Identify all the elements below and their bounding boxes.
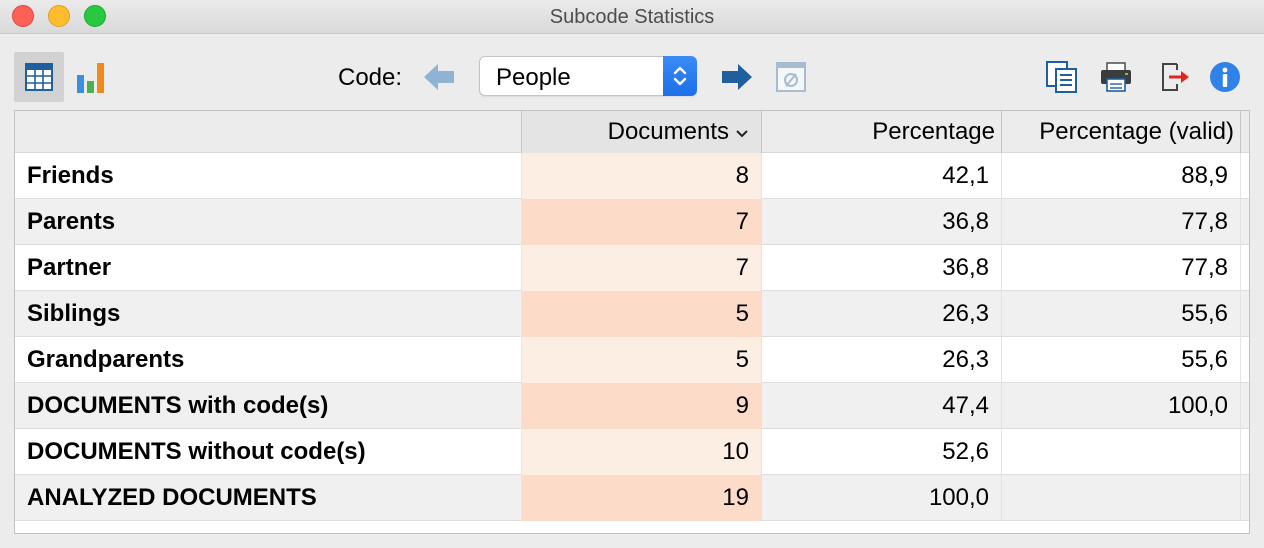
arrow-right-icon [722, 64, 752, 90]
row-percentage-valid: 55,6 [1001, 291, 1241, 337]
export-button[interactable] [1156, 58, 1192, 96]
row-documents: 5 [521, 291, 761, 337]
row-documents: 7 [521, 199, 761, 245]
row-name: Siblings [27, 300, 121, 327]
subcode-statistics-window: Subcode Statistics Code: People Document… [0, 0, 1264, 548]
row-percentage-valid [1001, 475, 1241, 521]
row-percentage: 100,0 [761, 475, 1001, 521]
table-row[interactable]: Parents 7 36,8 77,8 [15, 199, 1249, 245]
code-select[interactable]: People [479, 56, 697, 96]
row-documents: 5 [521, 337, 761, 383]
row-name: Friends [27, 162, 114, 189]
info-button[interactable] [1206, 58, 1244, 96]
table-header: Documents Percentage Percentage (valid) [15, 111, 1249, 153]
row-documents: 7 [521, 245, 761, 291]
row-name: DOCUMENTS with code(s) [27, 392, 329, 419]
clear-selection-icon [776, 62, 806, 92]
row-percentage-valid: 55,6 [1001, 337, 1241, 383]
statistics-table: Documents Percentage Percentage (valid) … [14, 110, 1250, 534]
previous-code-button[interactable] [420, 58, 458, 96]
row-percentage: 47,4 [761, 383, 1001, 429]
copy-button[interactable] [1044, 58, 1080, 96]
table-row[interactable]: Grandparents 5 26,3 55,6 [15, 337, 1249, 383]
row-percentage-valid [1001, 429, 1241, 475]
row-percentage: 36,8 [761, 199, 1001, 245]
table-icon [25, 63, 53, 91]
header-documents[interactable]: Documents [521, 111, 761, 153]
code-label: Code: [338, 64, 403, 91]
row-percentage: 42,1 [761, 153, 1001, 199]
window-title: Subcode Statistics [549, 6, 715, 28]
row-percentage: 36,8 [761, 245, 1001, 291]
bar-chart-icon [77, 63, 104, 93]
row-name: Partner [27, 254, 112, 281]
row-percentage-valid: 77,8 [1001, 199, 1241, 245]
table-body: Friends 8 42,1 88,9 Parents 7 36,8 77,8 … [15, 153, 1249, 521]
table-row[interactable]: DOCUMENTS with code(s) 9 47,4 100,0 [15, 383, 1249, 429]
table-row[interactable]: Friends 8 42,1 88,9 [15, 153, 1249, 199]
row-documents: 8 [521, 153, 761, 199]
table-row[interactable]: Siblings 5 26,3 55,6 [15, 291, 1249, 337]
row-percentage-valid: 100,0 [1001, 383, 1241, 429]
row-documents: 10 [521, 429, 761, 475]
chevron-up-down-icon [673, 66, 687, 86]
table-row[interactable]: Partner 7 36,8 77,8 [15, 245, 1249, 291]
arrow-left-icon [424, 64, 454, 90]
print-button[interactable] [1098, 58, 1134, 96]
row-name: ANALYZED DOCUMENTS [27, 484, 317, 511]
code-select-value: People [496, 64, 571, 91]
table-view-button[interactable] [14, 52, 64, 102]
row-percentage: 26,3 [761, 291, 1001, 337]
header-percentage[interactable]: Percentage [761, 111, 1001, 153]
select-stepper[interactable] [663, 56, 697, 96]
chart-view-button[interactable] [68, 52, 114, 102]
row-documents: 19 [521, 475, 761, 521]
info-icon [1210, 62, 1240, 92]
row-name: Grandparents [27, 346, 185, 373]
header-percentage-valid[interactable]: Percentage (valid) [1001, 111, 1241, 153]
chevron-down-icon [735, 111, 749, 153]
printer-icon [1101, 62, 1131, 92]
toolbar: Code: People [0, 34, 1264, 110]
header-name[interactable] [15, 111, 521, 153]
next-code-button[interactable] [718, 58, 756, 96]
table-row[interactable]: ANALYZED DOCUMENTS 19 100,0 [15, 475, 1249, 521]
title-bar: Subcode Statistics [0, 0, 1264, 34]
row-percentage: 52,6 [761, 429, 1001, 475]
clear-selection-button[interactable] [774, 60, 808, 94]
row-percentage-valid: 88,9 [1001, 153, 1241, 199]
row-name: DOCUMENTS without code(s) [27, 438, 366, 465]
table-row[interactable]: DOCUMENTS without code(s) 10 52,6 [15, 429, 1249, 475]
copy-icon [1046, 61, 1077, 93]
row-documents: 9 [521, 383, 761, 429]
export-icon [1162, 63, 1189, 91]
row-percentage: 26,3 [761, 337, 1001, 383]
row-name: Parents [27, 208, 116, 235]
header-documents-label: Documents [607, 118, 729, 145]
row-percentage-valid: 77,8 [1001, 245, 1241, 291]
